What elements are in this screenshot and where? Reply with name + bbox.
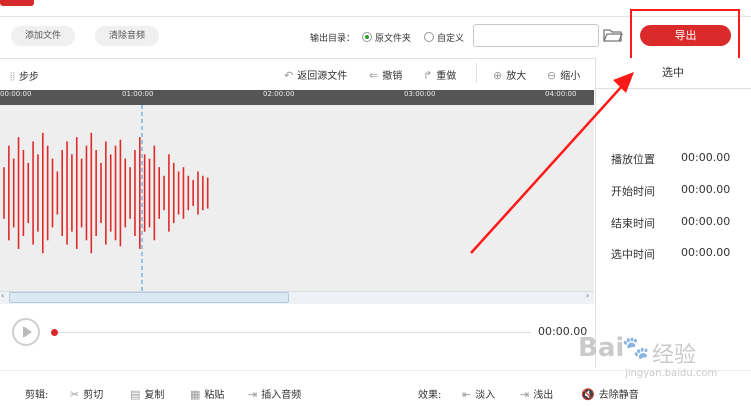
- step-tool[interactable]: ⦙⦙ 步步: [10, 68, 39, 84]
- play-position-label: 播放位置: [611, 153, 655, 166]
- waveform-area[interactable]: [0, 105, 594, 291]
- remove-silence-button[interactable]: 🔇 去除静音: [581, 386, 639, 401]
- end-time-label: 结束时间: [611, 217, 655, 230]
- scroll-right-icon[interactable]: ›: [586, 291, 589, 300]
- cut-label: 剪切: [83, 390, 104, 401]
- scroll-left-icon[interactable]: ‹: [1, 291, 4, 300]
- zoom-in-icon: ⊕: [493, 69, 503, 82]
- zoom-out-label: 缩小: [560, 71, 581, 82]
- insert-audio-icon: ⇥: [248, 388, 258, 401]
- selection-panel: [595, 58, 751, 368]
- selection-title: 选中: [595, 58, 751, 89]
- radio-original-folder[interactable]: [362, 32, 372, 42]
- paste-button[interactable]: ▦ 粘贴: [190, 386, 224, 401]
- add-file-button[interactable]: 添加文件: [11, 26, 75, 46]
- undo-button[interactable]: ⇐ 撤销: [369, 67, 402, 82]
- start-time-value: 00:00.00: [681, 183, 731, 196]
- effect-label: 效果:: [418, 390, 442, 401]
- edit-label: 剪辑:: [25, 390, 49, 401]
- fade-in-label: 淡入: [475, 390, 496, 401]
- copy-button[interactable]: ▤ 复制: [130, 386, 164, 401]
- app-logo: [0, 0, 34, 6]
- undo-icon: ⇐: [369, 69, 379, 82]
- insert-audio-button[interactable]: ⇥ 插入音频: [248, 386, 301, 401]
- paste-icon: ▦: [190, 388, 201, 401]
- watermark-brand: Bai: [578, 333, 625, 363]
- folder-icon[interactable]: [603, 28, 623, 43]
- selected-time-label: 选中时间: [611, 248, 655, 261]
- time-ruler: 00:00:00 01:00:00 02:00:00 03:00:00 04:0…: [0, 90, 594, 105]
- redo-label: 重做: [436, 71, 457, 82]
- paw-icon: 🐾: [622, 336, 650, 361]
- cut-button[interactable]: ✂ 剪切: [70, 386, 103, 401]
- fade-out-label: 浅出: [533, 390, 554, 401]
- ruler-tick: 02:00:00: [263, 90, 295, 98]
- scrollbar-thumb[interactable]: [9, 292, 289, 303]
- clear-audio-button[interactable]: 清除音频: [95, 26, 159, 46]
- redo-button[interactable]: ↱ 重做: [423, 67, 456, 82]
- zoom-out-icon: ⊖: [547, 69, 557, 82]
- back-to-source-label: 返回源文件: [297, 71, 348, 82]
- fade-in-button[interactable]: ⇤ 淡入: [462, 386, 495, 401]
- redo-icon: ↱: [423, 69, 433, 82]
- insert-audio-label: 插入音频: [261, 390, 302, 401]
- output-dir-label: 输出目录：: [310, 34, 356, 44]
- selected-time-value: 00:00.00: [681, 246, 731, 259]
- ruler-tick: 04:00:00: [545, 90, 577, 98]
- paste-label: 粘贴: [204, 390, 225, 401]
- play-position-value: 00:00.00: [681, 151, 731, 164]
- fade-in-icon: ⇤: [462, 388, 472, 401]
- waveform[interactable]: [0, 105, 594, 291]
- progress-track[interactable]: [58, 332, 531, 333]
- watermark-url: jingyan.baidu.com: [625, 368, 718, 379]
- end-time-value: 00:00.00: [681, 215, 731, 228]
- highlight-box: [630, 9, 740, 60]
- waveform-icon: ⦙⦙: [10, 70, 15, 83]
- option-original-label: 原文件夹: [375, 34, 412, 44]
- undo-label: 撤销: [382, 71, 403, 82]
- zoom-in-button[interactable]: ⊕ 放大: [493, 67, 526, 82]
- zoom-in-label: 放大: [506, 71, 527, 82]
- radio-custom[interactable]: [424, 32, 434, 42]
- back-icon: ↶: [284, 69, 294, 82]
- step-label: 步步: [18, 72, 39, 83]
- tool-divider: [476, 63, 477, 83]
- cut-icon: ✂: [70, 388, 80, 401]
- mute-icon: 🔇: [581, 388, 595, 401]
- fade-out-button[interactable]: ⇥ 浅出: [520, 386, 553, 401]
- remove-silence-label: 去除静音: [598, 390, 639, 401]
- play-icon: [23, 326, 32, 338]
- copy-icon: ▤: [130, 388, 141, 401]
- progress-handle[interactable]: [51, 329, 58, 336]
- ruler-tick: 03:00:00: [404, 90, 436, 98]
- output-path-input[interactable]: [473, 24, 599, 47]
- copy-label: 复制: [144, 390, 165, 401]
- zoom-out-button[interactable]: ⊖ 缩小: [547, 67, 580, 82]
- ruler-tick: 00:00:00: [0, 90, 32, 98]
- back-to-source-button[interactable]: ↶ 返回源文件: [284, 67, 347, 82]
- start-time-label: 开始时间: [611, 185, 655, 198]
- watermark-brand2: 经验: [652, 343, 697, 368]
- ruler-tick: 01:00:00: [122, 90, 154, 98]
- option-custom-label: 自定义: [437, 34, 465, 44]
- fade-out-icon: ⇥: [520, 388, 530, 401]
